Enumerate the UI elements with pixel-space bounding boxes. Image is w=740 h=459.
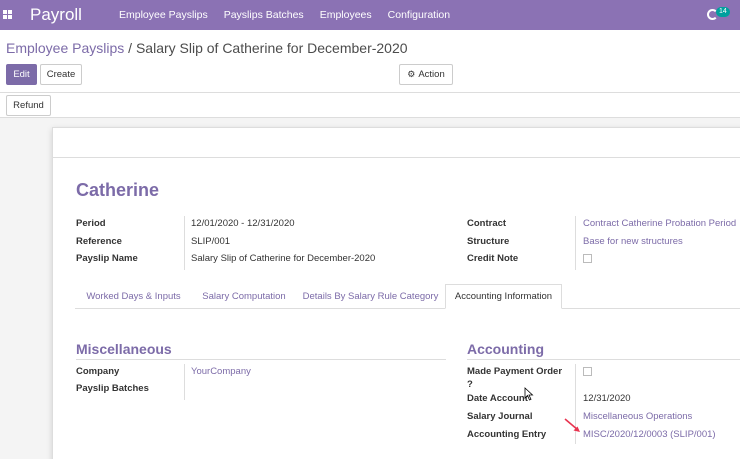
tab-accounting-information[interactable]: Accounting Information	[445, 284, 562, 309]
menu-employees[interactable]: Employees	[320, 9, 372, 21]
create-button[interactable]: Create	[40, 64, 82, 85]
salary-journal-link[interactable]: Miscellaneous Operations	[583, 411, 692, 422]
app-name[interactable]: Payroll	[30, 5, 82, 25]
form-sheet: Catherine Period 12/01/2020 - 12/31/2020…	[52, 127, 740, 459]
menu-employee-payslips[interactable]: Employee Payslips	[119, 9, 208, 21]
misc-section-title: Miscellaneous	[76, 341, 172, 357]
statusbar: Refund	[0, 93, 740, 118]
action-label: Action	[418, 69, 445, 80]
structure-link[interactable]: Base for new structures	[583, 236, 683, 247]
accounting-entry-label: Accounting Entry	[467, 429, 547, 440]
period-value: 12/01/2020 - 12/31/2020	[191, 218, 295, 229]
breadcrumb-current: Salary Slip of Catherine for December-20…	[135, 40, 408, 56]
accounting-section-title: Accounting	[467, 341, 544, 357]
credit-note-checkbox[interactable]	[583, 254, 592, 263]
payslip-name-value: Salary Slip of Catherine for December-20…	[191, 253, 376, 264]
apps-menu-icon[interactable]	[3, 10, 12, 19]
contract-label: Contract	[467, 218, 507, 229]
top-navbar: Payroll Employee Payslips Payslips Batch…	[0, 0, 740, 30]
refund-button[interactable]: Refund	[6, 95, 51, 116]
made-payment-label-qmark: ?	[467, 379, 473, 390]
date-account-label: Date Account	[467, 393, 528, 404]
right-field-divider	[575, 216, 576, 270]
reference-value: SLIP/001	[191, 236, 231, 247]
structure-label: Structure	[467, 236, 510, 247]
breadcrumb: Employee Payslips / Salary Slip of Cathe…	[6, 40, 408, 56]
sheet-header	[53, 128, 740, 158]
menu-payslips-batches[interactable]: Payslips Batches	[224, 9, 304, 21]
salary-journal-label: Salary Journal	[467, 411, 533, 422]
employee-name: Catherine	[76, 180, 160, 200]
mouse-cursor-icon	[524, 387, 534, 401]
tab-worked-days[interactable]: Worked Days & Inputs	[75, 284, 192, 309]
tab-salary-computation[interactable]: Salary Computation	[192, 284, 296, 309]
control-panel: Employee Payslips / Salary Slip of Cathe…	[0, 30, 740, 93]
menu-configuration[interactable]: Configuration	[388, 9, 450, 21]
main-menu: Employee Payslips Payslips Batches Emplo…	[119, 9, 466, 21]
left-field-divider	[184, 216, 185, 270]
gear-icon: ⚙	[407, 69, 416, 79]
made-payment-checkbox[interactable]	[583, 367, 592, 376]
breadcrumb-separator: /	[128, 40, 133, 56]
action-button[interactable]: ⚙ Action	[399, 64, 453, 85]
accounting-section-divider	[467, 359, 740, 360]
company-link[interactable]: YourCompany	[191, 366, 251, 377]
tab-rule-category[interactable]: Details By Salary Rule Category	[296, 284, 445, 309]
company-label: Company	[76, 366, 120, 377]
reference-label: Reference	[76, 236, 122, 247]
credit-note-label: Credit Note	[467, 253, 519, 264]
contract-link[interactable]: Contract Catherine Probation Period	[583, 218, 736, 229]
breadcrumb-parent[interactable]: Employee Payslips	[6, 40, 124, 56]
annotation-arrow-icon	[564, 418, 580, 432]
accounting-entry-link[interactable]: MISC/2020/12/0003 (SLIP/001)	[583, 429, 716, 440]
date-account-value: 12/31/2020	[583, 393, 631, 404]
activity-button[interactable]: 14	[707, 7, 735, 22]
activity-badge: 14	[716, 7, 730, 17]
edit-button[interactable]: Edit	[6, 64, 37, 85]
misc-section-divider	[76, 359, 446, 360]
payslip-name-label: Payslip Name	[76, 253, 138, 264]
made-payment-label: Made Payment Order	[467, 366, 563, 377]
period-label: Period	[76, 218, 106, 229]
notebook-tabs: Worked Days & Inputs Salary Computation …	[75, 284, 740, 309]
misc-field-divider	[184, 364, 185, 400]
payslip-batches-label: Payslip Batches	[76, 383, 149, 394]
